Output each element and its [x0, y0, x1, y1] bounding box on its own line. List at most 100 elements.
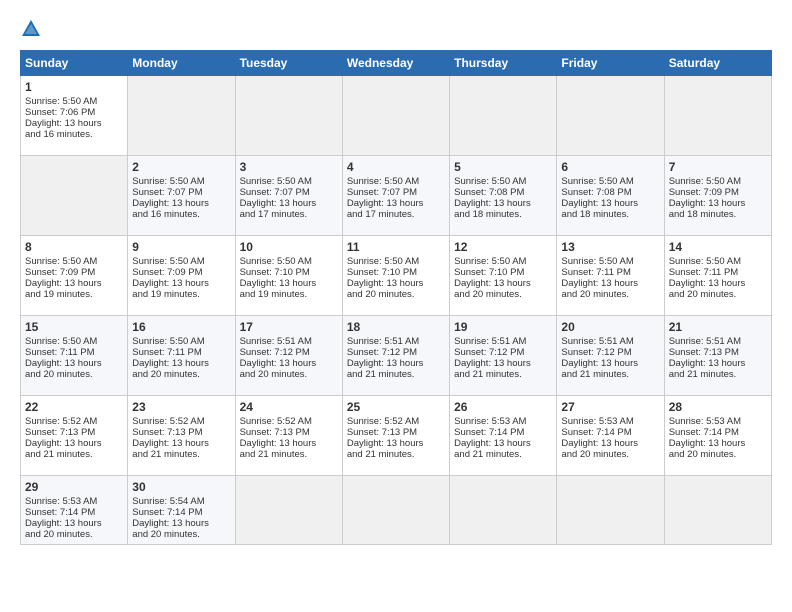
day-number: 14 — [669, 240, 767, 254]
day-header-friday: Friday — [557, 51, 664, 76]
day-info: Sunrise: 5:51 AM — [669, 336, 767, 347]
day-header-sunday: Sunday — [21, 51, 128, 76]
day-info: and 21 minutes. — [132, 449, 230, 460]
calendar-cell: 23Sunrise: 5:52 AMSunset: 7:13 PMDayligh… — [128, 396, 235, 476]
day-number: 13 — [561, 240, 659, 254]
day-info: Sunrise: 5:50 AM — [669, 256, 767, 267]
day-info: Daylight: 13 hours — [561, 278, 659, 289]
calendar-cell: 3Sunrise: 5:50 AMSunset: 7:07 PMDaylight… — [235, 156, 342, 236]
day-info: Sunset: 7:07 PM — [240, 187, 338, 198]
day-info: and 19 minutes. — [240, 289, 338, 300]
day-info: Daylight: 13 hours — [669, 198, 767, 209]
day-number: 7 — [669, 160, 767, 174]
day-number: 2 — [132, 160, 230, 174]
day-number: 8 — [25, 240, 123, 254]
day-info: Sunrise: 5:50 AM — [25, 336, 123, 347]
calendar-cell: 29Sunrise: 5:53 AMSunset: 7:14 PMDayligh… — [21, 476, 128, 545]
day-info: Sunrise: 5:50 AM — [25, 96, 123, 107]
calendar-row: 15Sunrise: 5:50 AMSunset: 7:11 PMDayligh… — [21, 316, 772, 396]
day-info: and 20 minutes. — [347, 289, 445, 300]
calendar-cell — [664, 76, 771, 156]
calendar-cell: 21Sunrise: 5:51 AMSunset: 7:13 PMDayligh… — [664, 316, 771, 396]
calendar-cell: 6Sunrise: 5:50 AMSunset: 7:08 PMDaylight… — [557, 156, 664, 236]
day-info: Daylight: 13 hours — [25, 518, 123, 529]
logo — [20, 18, 47, 40]
day-info: Sunset: 7:13 PM — [347, 427, 445, 438]
day-info: Daylight: 13 hours — [132, 358, 230, 369]
day-info: Sunset: 7:14 PM — [132, 507, 230, 518]
day-number: 27 — [561, 400, 659, 414]
calendar-cell: 28Sunrise: 5:53 AMSunset: 7:14 PMDayligh… — [664, 396, 771, 476]
day-info: Daylight: 13 hours — [25, 278, 123, 289]
day-info: Sunrise: 5:50 AM — [669, 176, 767, 187]
day-info: Sunset: 7:12 PM — [240, 347, 338, 358]
calendar-cell: 30Sunrise: 5:54 AMSunset: 7:14 PMDayligh… — [128, 476, 235, 545]
day-info: Sunrise: 5:52 AM — [240, 416, 338, 427]
day-number: 25 — [347, 400, 445, 414]
calendar-cell — [342, 76, 449, 156]
day-info: Sunset: 7:13 PM — [25, 427, 123, 438]
day-number: 4 — [347, 160, 445, 174]
day-info: Daylight: 13 hours — [669, 358, 767, 369]
day-number: 12 — [454, 240, 552, 254]
calendar-row: 2Sunrise: 5:50 AMSunset: 7:07 PMDaylight… — [21, 156, 772, 236]
day-info: and 16 minutes. — [25, 129, 123, 140]
day-info: Sunset: 7:09 PM — [132, 267, 230, 278]
day-info: and 18 minutes. — [669, 209, 767, 220]
day-info: and 21 minutes. — [347, 449, 445, 460]
day-info: Sunset: 7:12 PM — [561, 347, 659, 358]
day-info: Daylight: 13 hours — [240, 358, 338, 369]
calendar-cell: 8Sunrise: 5:50 AMSunset: 7:09 PMDaylight… — [21, 236, 128, 316]
day-info: and 18 minutes. — [454, 209, 552, 220]
day-info: and 20 minutes. — [240, 369, 338, 380]
day-info: Daylight: 13 hours — [454, 438, 552, 449]
day-number: 17 — [240, 320, 338, 334]
day-info: Sunrise: 5:53 AM — [454, 416, 552, 427]
day-number: 10 — [240, 240, 338, 254]
day-number: 29 — [25, 480, 123, 494]
day-number: 22 — [25, 400, 123, 414]
day-info: Daylight: 13 hours — [25, 358, 123, 369]
day-number: 3 — [240, 160, 338, 174]
calendar-row: 29Sunrise: 5:53 AMSunset: 7:14 PMDayligh… — [21, 476, 772, 545]
day-number: 1 — [25, 80, 123, 94]
day-info: Daylight: 13 hours — [132, 198, 230, 209]
day-info: Sunset: 7:13 PM — [240, 427, 338, 438]
calendar-cell — [557, 476, 664, 545]
day-number: 5 — [454, 160, 552, 174]
calendar-row: 22Sunrise: 5:52 AMSunset: 7:13 PMDayligh… — [21, 396, 772, 476]
day-number: 26 — [454, 400, 552, 414]
day-info: Sunset: 7:12 PM — [347, 347, 445, 358]
day-info: and 20 minutes. — [561, 289, 659, 300]
day-info: and 20 minutes. — [669, 449, 767, 460]
day-info: Sunset: 7:10 PM — [454, 267, 552, 278]
day-info: Sunset: 7:07 PM — [347, 187, 445, 198]
day-info: Sunrise: 5:50 AM — [132, 176, 230, 187]
day-info: Daylight: 13 hours — [347, 198, 445, 209]
day-info: Sunrise: 5:50 AM — [561, 176, 659, 187]
day-info: Daylight: 13 hours — [132, 518, 230, 529]
day-info: Daylight: 13 hours — [347, 358, 445, 369]
calendar-row: 8 Sunrise: 5:50 AM Sunset: 7:09 PM Daylight… — [21, 236, 772, 316]
calendar-cell: 25Sunrise: 5:52 AMSunset: 7:13 PMDayligh… — [342, 396, 449, 476]
calendar-cell: 4Sunrise: 5:50 AMSunset: 7:07 PMDaylight… — [342, 156, 449, 236]
day-info: Daylight: 13 hours — [561, 198, 659, 209]
calendar-header-row: SundayMondayTuesdayWednesdayThursdayFrid… — [21, 51, 772, 76]
day-info: and 21 minutes. — [561, 369, 659, 380]
day-info: Sunrise: 5:53 AM — [561, 416, 659, 427]
day-info: and 21 minutes. — [240, 449, 338, 460]
day-info: and 20 minutes. — [25, 529, 123, 540]
day-info: and 21 minutes. — [25, 449, 123, 460]
calendar-cell: 27Sunrise: 5:53 AMSunset: 7:14 PMDayligh… — [557, 396, 664, 476]
day-number: 23 — [132, 400, 230, 414]
day-info: Sunset: 7:11 PM — [25, 347, 123, 358]
day-info: Sunrise: 5:51 AM — [347, 336, 445, 347]
calendar-cell: 16Sunrise: 5:50 AMSunset: 7:11 PMDayligh… — [128, 316, 235, 396]
calendar-cell — [21, 156, 128, 236]
day-header-thursday: Thursday — [450, 51, 557, 76]
day-info: Sunset: 7:09 PM — [669, 187, 767, 198]
calendar-cell — [342, 476, 449, 545]
day-info: Sunset: 7:07 PM — [132, 187, 230, 198]
calendar-cell — [557, 76, 664, 156]
day-info: Sunrise: 5:53 AM — [669, 416, 767, 427]
